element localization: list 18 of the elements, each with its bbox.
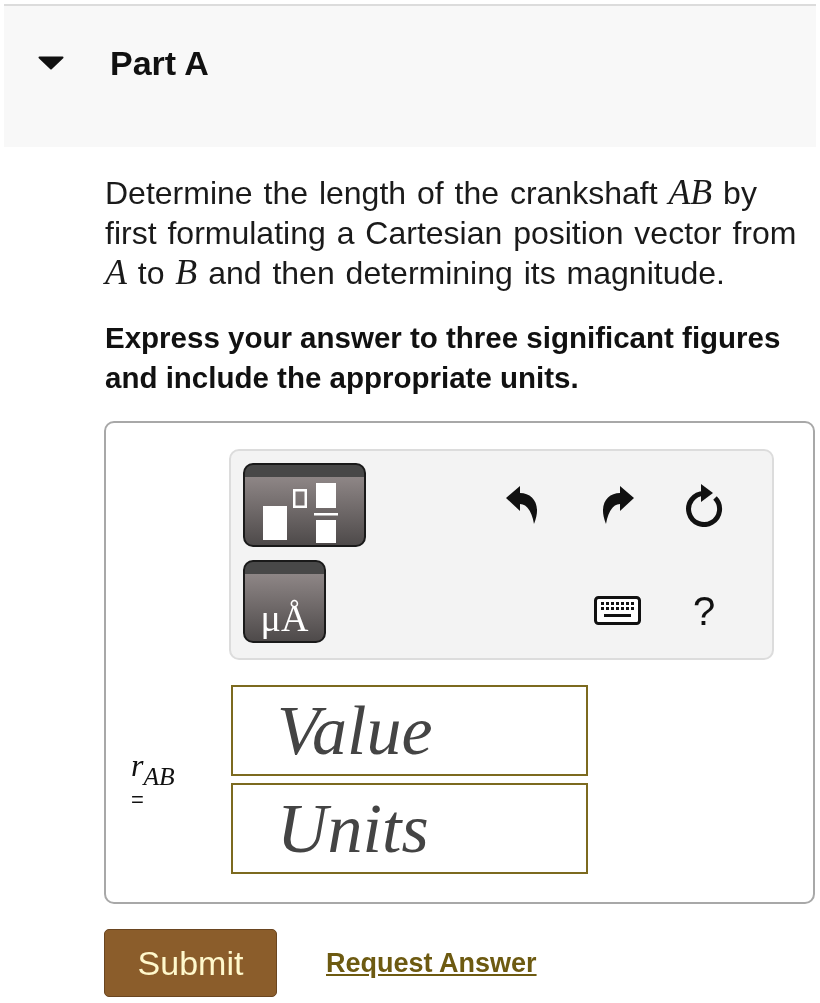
redo-icon[interactable] — [600, 486, 634, 524]
fraction-template-button[interactable] — [243, 463, 366, 547]
caret-icon[interactable] — [38, 56, 64, 70]
value-field[interactable]: Value — [231, 685, 588, 776]
reset-icon[interactable] — [684, 483, 724, 527]
request-answer-link[interactable]: Request Answer — [326, 947, 537, 979]
question-text: Determine the length of the crankshaft AB by first formulating a Cartesian position vector from A to B and then determining its magnitude. — [105, 173, 798, 293]
part-header[interactable]: Part A — [4, 4, 816, 147]
exponent-fraction-icon — [263, 483, 338, 543]
instruction-text: Express your answer to three significant figures and include the appropriate units. — [105, 320, 782, 396]
keyboard-icon[interactable] — [593, 596, 641, 625]
help-button[interactable]: ? — [692, 590, 716, 631]
undo-icon[interactable] — [505, 486, 539, 524]
part-title: Part A — [110, 43, 209, 83]
submit-button[interactable]: Submit — [104, 929, 277, 997]
equals-sign: = — [131, 788, 144, 811]
units-template-button[interactable]: μÅ — [243, 560, 326, 643]
units-field[interactable]: Units — [231, 783, 588, 874]
